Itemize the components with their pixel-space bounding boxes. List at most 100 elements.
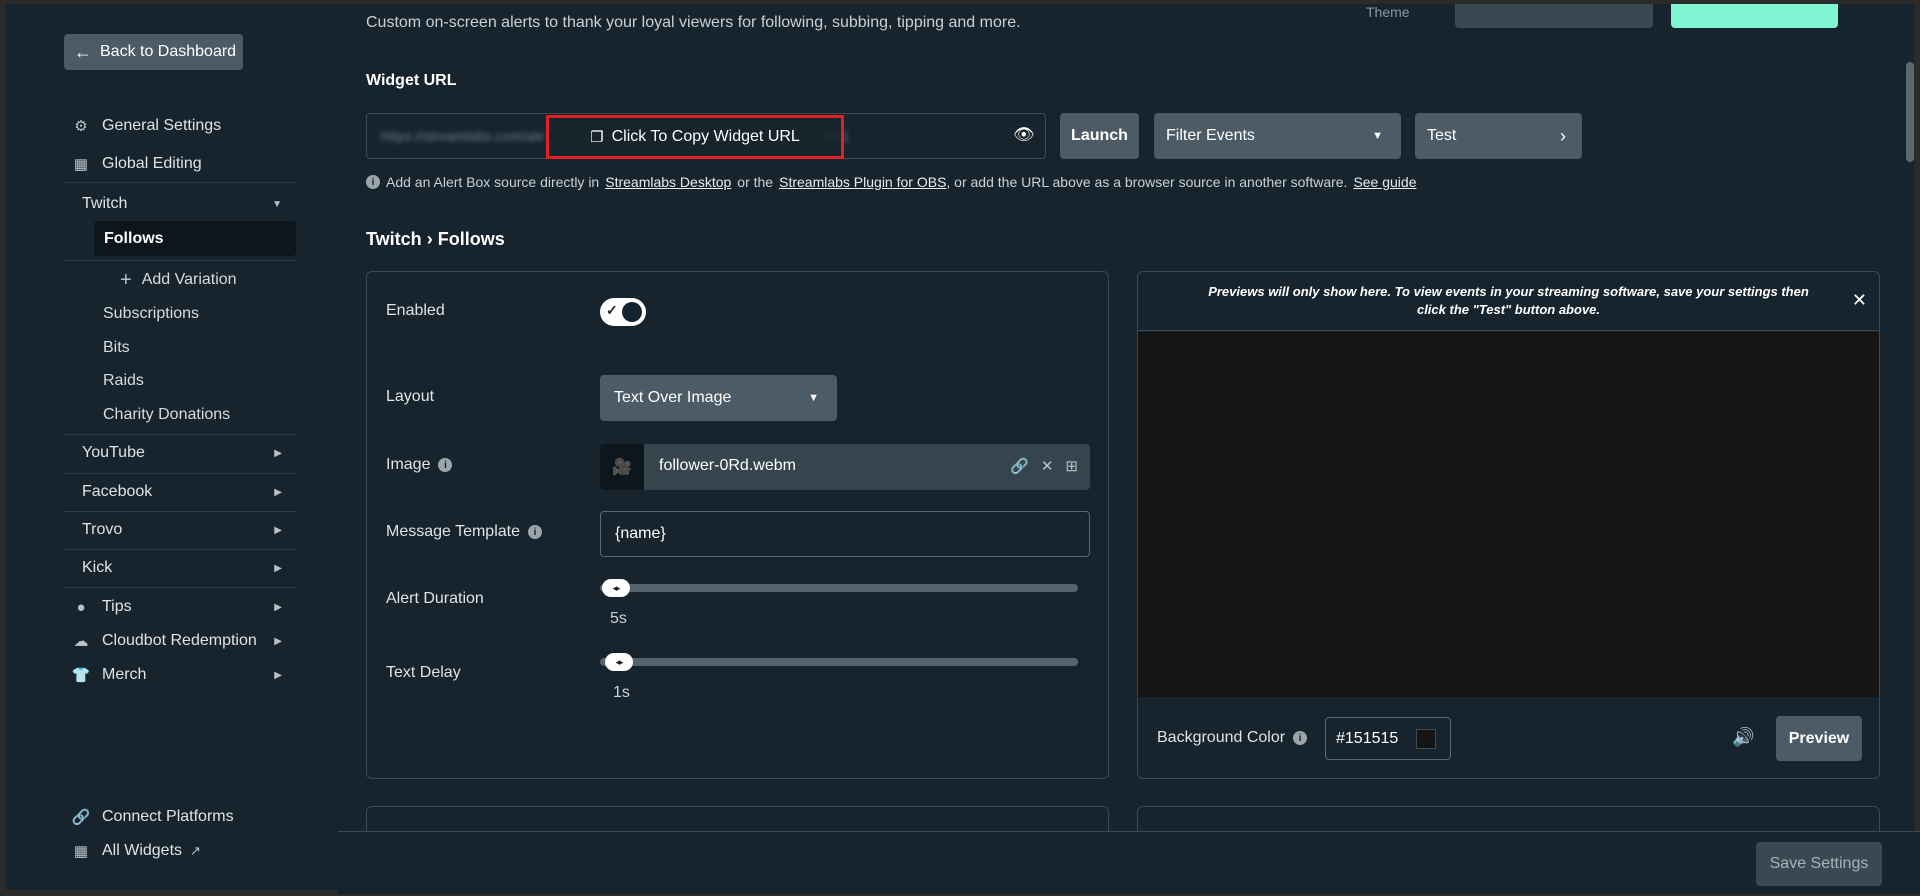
sidebar-item-label: YouTube <box>82 444 145 461</box>
gear-icon: ⚙ <box>74 118 88 135</box>
bg-label-text: Background Color <box>1157 729 1286 746</box>
sidebar-item-connect-platforms[interactable]: 🔗 Connect Platforms <box>64 800 296 834</box>
shirt-icon: 👕 <box>71 667 91 684</box>
sidebar: ← Back to Dashboard ⚙ General Settings ▦… <box>64 4 296 894</box>
scrollbar-thumb[interactable] <box>1906 62 1914 162</box>
divider <box>64 182 296 183</box>
sidebar-item-bits[interactable]: Bits <box>64 331 296 365</box>
slider-handle[interactable]: ◂▸ <box>602 579 630 597</box>
breadcrumb-platform: Twitch <box>366 229 422 249</box>
divider <box>64 473 296 474</box>
preview-button[interactable]: Preview <box>1776 716 1862 761</box>
breadcrumb-separator: › <box>426 229 433 249</box>
sidebar-item-label: Kick <box>82 559 113 576</box>
page-subtitle: Custom on-screen alerts to thank your lo… <box>366 14 1021 31</box>
chevron-right-icon: ▶ <box>274 669 282 681</box>
info-icon: i <box>366 175 380 189</box>
divider <box>64 549 296 550</box>
sidebar-item-label: Trovo <box>82 521 123 538</box>
see-guide-link[interactable]: See guide <box>1353 174 1416 190</box>
chevron-right-icon: ▶ <box>274 486 282 498</box>
sidebar-item-tips[interactable]: ● Tips ▶ <box>64 590 296 624</box>
add-variation-label: Add Variation <box>141 271 237 288</box>
alert-settings-panel: Enabled ✓ Layout Text Over Image ▼ Image… <box>366 271 1109 779</box>
gallery-grid-icon[interactable]: ⊞ <box>1065 457 1078 475</box>
alert-duration-slider[interactable]: ◂▸ <box>600 579 1078 597</box>
sidebar-item-trovo[interactable]: Trovo ▶ <box>64 513 296 547</box>
info-icon[interactable]: i <box>438 458 453 472</box>
grid-icon: ▦ <box>73 156 89 173</box>
close-icon[interactable]: ✕ <box>1041 457 1054 475</box>
close-icon[interactable]: ✕ <box>1852 290 1867 311</box>
slider-handle[interactable]: ◂▸ <box>605 653 633 671</box>
info-icon[interactable]: i <box>528 525 542 539</box>
sidebar-item-cloudbot[interactable]: ☁ Cloudbot Redemption ▶ <box>64 624 296 658</box>
chevron-right-icon: ▶ <box>274 601 282 613</box>
image-file-picker[interactable]: 🎥 follower-0Rd.webm 🔗 ✕ ⊞ <box>600 444 1090 490</box>
text-delay-value: 1s <box>613 684 630 701</box>
launch-button[interactable]: Launch <box>1060 113 1139 159</box>
breadcrumb: Twitch › Follows <box>366 229 505 250</box>
enabled-toggle[interactable]: ✓ <box>600 298 646 326</box>
back-label: Back to Dashboard <box>100 43 237 60</box>
add-variation-button[interactable]: + Add Variation <box>120 266 237 294</box>
save-settings-button[interactable]: Save Settings <box>1756 842 1882 886</box>
sidebar-item-label: Connect Platforms <box>102 808 234 825</box>
layout-select[interactable]: Text Over Image ▼ <box>600 375 837 421</box>
sidebar-item-label: Subscriptions <box>103 305 200 322</box>
sidebar-item-global-editing[interactable]: ▦ Global Editing <box>64 147 296 181</box>
streamlabs-desktop-link[interactable]: Streamlabs Desktop <box>605 174 731 190</box>
sidebar-item-subscriptions[interactable]: Subscriptions <box>64 297 296 331</box>
divider <box>64 511 296 512</box>
test-button[interactable]: Test › <box>1415 113 1582 159</box>
chevron-down-icon: ▼ <box>1372 130 1383 142</box>
test-label: Test <box>1427 127 1457 144</box>
speaker-icon[interactable]: 🔊 <box>1732 727 1754 748</box>
preview-panel: Previews will only show here. To view ev… <box>1137 271 1880 779</box>
top-primary-button[interactable] <box>1671 4 1838 28</box>
video-camera-icon: 🎥 <box>600 444 644 490</box>
message-template-input[interactable]: {name} <box>600 511 1090 557</box>
copy-widget-url-button[interactable]: ❐ Click To Copy Widget URL <box>546 115 844 159</box>
info-icon[interactable]: i <box>1293 731 1308 745</box>
streamlabs-obs-plugin-link[interactable]: Streamlabs Plugin for OBS <box>779 174 946 190</box>
coins-icon: ● <box>76 598 86 616</box>
message-label-text: Message Template <box>386 523 520 540</box>
background-color-input[interactable]: #151515 <box>1325 717 1451 760</box>
sidebar-item-twitch[interactable]: Twitch ▼ <box>64 187 296 221</box>
copy-label: Click To Copy Widget URL <box>611 128 800 145</box>
sidebar-item-charity-donations[interactable]: Charity Donations <box>64 398 296 432</box>
sidebar-item-youtube[interactable]: YouTube ▶ <box>64 436 296 470</box>
sidebar-item-kick[interactable]: Kick ▶ <box>64 551 296 585</box>
image-file-name: follower-0Rd.webm <box>659 457 796 474</box>
alert-duration-label: Alert Duration <box>386 590 484 608</box>
divider <box>64 434 296 435</box>
image-label-text: Image <box>386 456 431 473</box>
top-secondary-button[interactable] <box>1455 4 1653 28</box>
sidebar-item-label: Global Editing <box>102 155 202 172</box>
text-delay-slider[interactable]: ◂▸ <box>600 653 1078 671</box>
sidebar-item-label: Facebook <box>82 483 153 500</box>
enabled-label: Enabled <box>386 302 445 320</box>
text-delay-label: Text Delay <box>386 664 461 682</box>
color-swatch[interactable] <box>1416 729 1436 749</box>
back-to-dashboard-button[interactable]: ← Back to Dashboard <box>64 34 243 70</box>
preview-label: Preview <box>1788 729 1850 747</box>
link-icon[interactable]: 🔗 <box>1010 457 1029 475</box>
save-label: Save Settings <box>1769 855 1869 872</box>
sidebar-item-label: Merch <box>102 666 147 683</box>
sidebar-item-label: Bits <box>103 339 130 356</box>
sidebar-item-merch[interactable]: 👕 Merch ▶ <box>64 658 296 692</box>
eye-icon[interactable]: 👁 <box>1013 125 1035 145</box>
sidebar-item-follows[interactable]: Follows <box>94 221 296 256</box>
plus-icon: + <box>120 268 132 291</box>
divider <box>64 587 296 588</box>
sidebar-item-all-widgets[interactable]: ▦ All Widgets ↗ <box>64 834 296 868</box>
sidebar-item-raids[interactable]: Raids <box>64 364 296 398</box>
filter-events-dropdown[interactable]: Filter Events ▼ <box>1154 113 1401 159</box>
message-template-label: Message Template i <box>386 523 542 541</box>
sidebar-item-label: Charity Donations <box>103 406 231 423</box>
alert-duration-value: 5s <box>610 610 627 627</box>
sidebar-item-general-settings[interactable]: ⚙ General Settings <box>64 109 296 143</box>
sidebar-item-facebook[interactable]: Facebook ▶ <box>64 475 296 509</box>
